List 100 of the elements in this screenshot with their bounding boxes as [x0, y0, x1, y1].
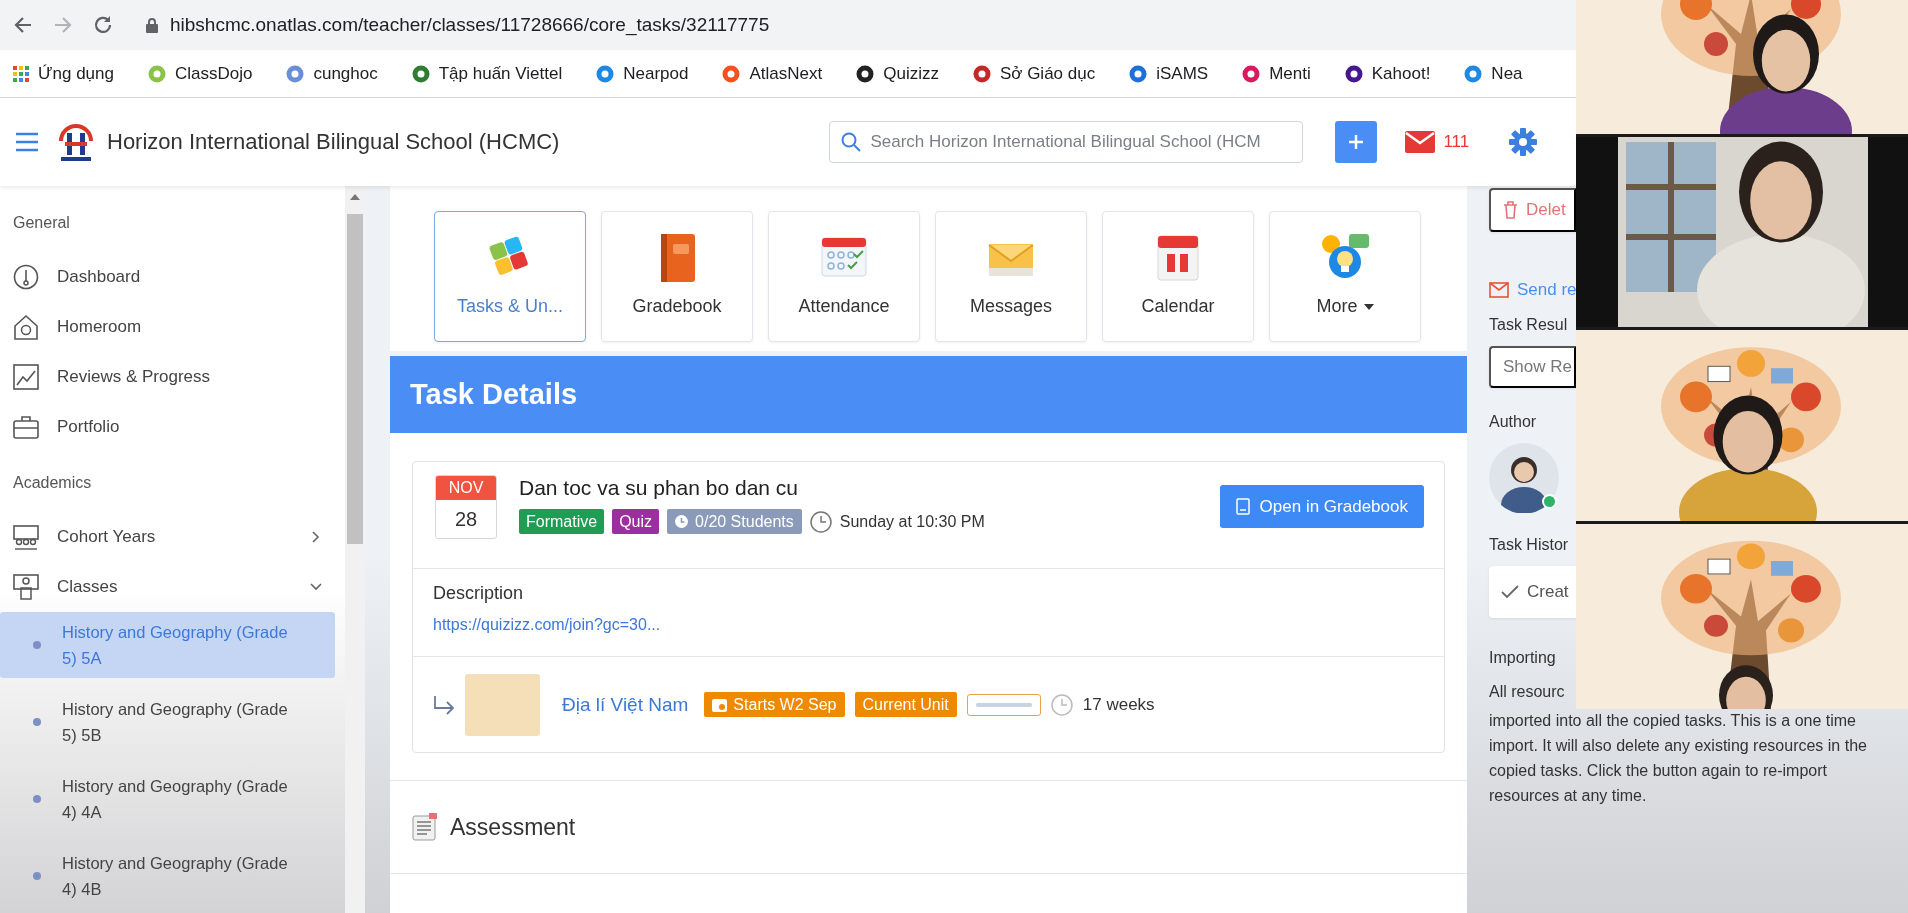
classroom-icon [13, 524, 39, 550]
paragraph: imported into all the copied tasks. This is a one time import. It will also delete any existing resources in the copied tasks. Click the button again to re-import resources at any time. [1489, 711, 1868, 806]
clock-icon [809, 510, 832, 533]
presenter-icon [13, 574, 39, 600]
section-label: Task Histor [1489, 536, 1569, 554]
bookmark[interactable]: Nearpod [596, 63, 689, 84]
section-label: Author [1489, 413, 1537, 431]
check-icon [1501, 585, 1519, 599]
bookmark-label: Sở Giáo dục [999, 63, 1096, 84]
class-item[interactable]: History and Geography (Grade 4) 4A [0, 766, 335, 832]
status-badge: Current Unit [854, 692, 957, 717]
class-item[interactable]: History and Geography (Grade 5) 5B [0, 689, 335, 755]
bookmark-label: Ứng dụng [38, 63, 114, 84]
tool-tile[interactable]: Calendar [1102, 211, 1254, 342]
chart-icon [13, 364, 39, 390]
bookmark[interactable]: Nea [1464, 63, 1523, 84]
task-title: Dan toc va su phan bo dan cu [519, 476, 800, 500]
document-list-icon [412, 813, 438, 841]
bookmark-label: iSAMS [1156, 63, 1209, 84]
bookmark[interactable]: Ứng dụng [13, 63, 114, 84]
reload-icon[interactable] [92, 14, 114, 36]
clock-icon [1050, 693, 1073, 716]
sidebar-item[interactable]: Cohort Years [0, 512, 335, 562]
plus-icon [1348, 134, 1365, 150]
section-heading: General [12, 214, 71, 233]
search-field[interactable]: Search Horizon International Bilingual School (HCM [829, 121, 1304, 163]
description-link[interactable]: https://quizizz.com/join?gc=30... [433, 616, 661, 634]
site-icon [856, 64, 875, 83]
bookmark[interactable]: Tập huấn Viettel [411, 63, 563, 84]
bookmark[interactable]: ClassDojo [147, 63, 253, 84]
bookmark[interactable]: Quizizz [856, 63, 939, 84]
site-icon [411, 64, 430, 83]
site-icon [596, 64, 615, 83]
history-item: Creat [1489, 566, 1576, 618]
bookmark[interactable]: iSAMS [1129, 63, 1209, 84]
duration: 17 weeks [1082, 694, 1155, 715]
tag: Quiz [612, 509, 660, 534]
section-banner: Task Details [390, 356, 1467, 433]
lock-icon [146, 17, 158, 33]
site-icon [1344, 64, 1363, 83]
calendar-icon [712, 697, 728, 712]
show-results-button[interactable]: Show Re [1489, 346, 1576, 388]
bookmark-label: Menti [1269, 63, 1311, 84]
bookmark-label: cunghoc [313, 63, 378, 84]
section-title: Assessment [450, 813, 576, 841]
bookmark-label: Nearpod [623, 63, 689, 84]
unit-link[interactable]: Địa lí Việt Nam [562, 693, 689, 716]
site-icon [286, 64, 305, 83]
dashboard-gauge-icon [13, 264, 39, 290]
bookmark[interactable]: AtlasNext [722, 63, 823, 84]
tool-tile[interactable]: More [1269, 211, 1421, 342]
start-badge: Starts W2 Sep [704, 692, 845, 717]
bookmark[interactable]: cunghoc [286, 63, 378, 84]
description-label: Description [433, 583, 525, 604]
tag: Formative [519, 509, 605, 534]
tool-tile[interactable]: Messages [935, 211, 1087, 342]
clock-icon [675, 515, 689, 528]
bookmark[interactable]: Kahoot! [1344, 63, 1431, 84]
date-badge: NOV 28 [435, 475, 497, 539]
avatar-icon [1489, 443, 1559, 513]
scrollbar-thumb[interactable] [347, 214, 363, 544]
tool-tile[interactable]: Gradebook [601, 211, 753, 342]
bookmark-label: ClassDojo [174, 63, 253, 84]
class-item[interactable]: History and Geography (Grade 4) 4B [0, 843, 335, 909]
bookmark-label: Nea [1491, 63, 1523, 84]
tool-tile[interactable]: Attendance [768, 211, 920, 342]
student-count: 0/20 Students [667, 509, 802, 534]
sidebar-item[interactable]: Portfolio [0, 402, 335, 452]
bookmark[interactable]: Sở Giáo dục [972, 63, 1096, 84]
paragraph-fragment: All resourc [1489, 682, 1566, 702]
add-button[interactable] [1335, 121, 1378, 163]
bookmark-label: AtlasNext [749, 63, 823, 84]
mail-icon [1489, 282, 1509, 298]
bookmark-label: Kahoot! [1371, 63, 1431, 84]
return-arrow-icon [433, 694, 455, 715]
section-label: Task Resul [1489, 316, 1568, 334]
apps-grid-icon [13, 65, 29, 82]
site-icon [1129, 64, 1148, 83]
menu-icon[interactable] [15, 132, 39, 152]
trash-icon [1503, 201, 1518, 219]
scroll-up-icon[interactable] [350, 194, 360, 200]
sidebar-item[interactable]: Classes [0, 562, 335, 612]
site-icon [972, 64, 991, 83]
mail-icon[interactable] [1405, 131, 1436, 153]
site-icon [722, 64, 741, 83]
sidebar-item[interactable]: Homeroom [0, 302, 335, 352]
bookmark-label: Quizizz [883, 63, 939, 84]
bookmark[interactable]: Menti [1242, 63, 1311, 84]
site-icon [1242, 64, 1261, 83]
url-text: hibshcmc.onatlas.com/teacher/classes/11728666/core_tasks/32117775 [170, 14, 770, 36]
search-icon [841, 132, 862, 152]
tool-tile[interactable]: Tasks & Un... [434, 211, 586, 342]
due-time: Sunday at 10:30 PM [839, 512, 985, 531]
section-heading: Academics [12, 474, 93, 493]
mail-count: 111 [1443, 132, 1470, 152]
sidebar-item[interactable]: Dashboard [0, 252, 335, 302]
school-name: Horizon International Bilingual School (HCMC) [107, 129, 560, 155]
section-label: Importing [1489, 649, 1556, 667]
sidebar-item[interactable]: Reviews & Progress [0, 352, 335, 402]
book-icon [1235, 498, 1250, 515]
